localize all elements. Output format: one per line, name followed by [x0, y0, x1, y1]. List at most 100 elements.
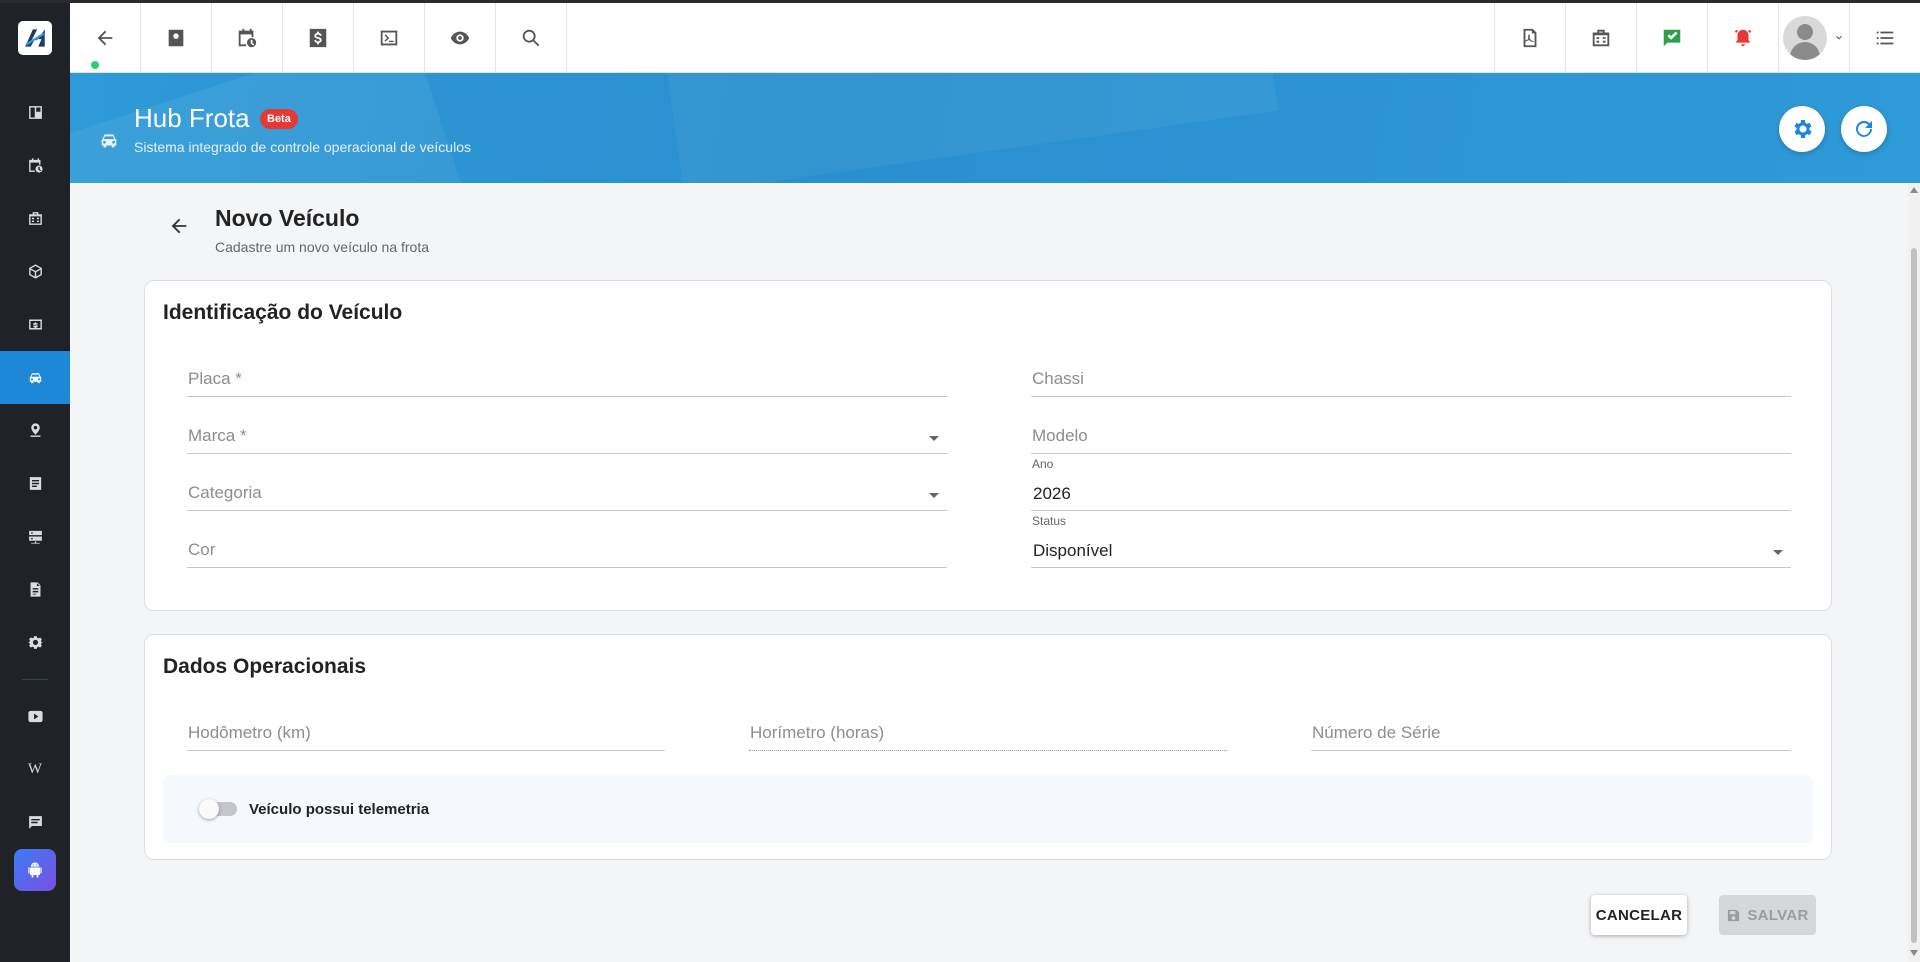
horimetro-field[interactable]: Horímetro (horas): [749, 715, 1227, 751]
page-subtitle: Cadastre um novo veículo na frota: [215, 239, 430, 255]
user-menu[interactable]: [89, 3, 1849, 73]
chevron-down-icon: [1836, 35, 1842, 40]
main-content: Novo Veículo Cadastre um novo veículo na…: [70, 183, 1908, 962]
sidebar-item-dashboard[interactable]: [0, 86, 70, 139]
left-sidebar: W: [0, 0, 70, 962]
ano-value: 2026: [1033, 484, 1071, 503]
telemetry-panel: Veículo possui telemetria: [163, 775, 1813, 843]
marca-select[interactable]: Marca *: [187, 418, 947, 454]
alerts-button[interactable]: [1707, 3, 1778, 73]
toggle-knob: [199, 799, 219, 819]
cor-field[interactable]: Cor: [187, 532, 947, 568]
sidebar-item-servers[interactable]: [0, 510, 70, 563]
telemetry-toggle[interactable]: [199, 799, 237, 819]
car-icon: [98, 129, 120, 156]
wikipedia-icon: W: [27, 761, 43, 777]
sidebar-item-locations[interactable]: [0, 404, 70, 457]
user-avatar: [1783, 16, 1827, 60]
search-button[interactable]: [496, 3, 567, 73]
avatar-status-dot: [89, 59, 101, 71]
dollar-icon: [309, 28, 327, 48]
categoria-placeholder: Categoria: [188, 483, 262, 502]
box-icon: [28, 264, 42, 279]
module-title: Hub Frota: [134, 103, 250, 133]
contacts-button[interactable]: [141, 3, 212, 73]
placa-placeholder: Placa *: [188, 369, 242, 388]
sidebar-item-inventory[interactable]: [0, 245, 70, 298]
gear-icon: [27, 636, 43, 649]
sidebar-item-organization[interactable]: [0, 192, 70, 245]
search-icon: [522, 29, 540, 47]
app-logo[interactable]: [0, 0, 70, 73]
ano-label: Ano: [1032, 457, 1054, 471]
back-arrow-icon: [97, 30, 113, 46]
scrollbar-thumb[interactable]: [1911, 248, 1917, 943]
refresh-icon: [1856, 120, 1872, 137]
map-pin-icon: [30, 423, 40, 437]
sidebar-item-fleet[interactable]: [0, 351, 70, 404]
pdf-icon: [1523, 28, 1537, 48]
module-header: Hub Frota Beta Sistema integrado de cont…: [70, 73, 1920, 183]
modelo-field[interactable]: Modelo: [1031, 418, 1791, 454]
back-button[interactable]: [70, 3, 141, 73]
logo-icon: [25, 29, 45, 47]
save-button[interactable]: SALVAR: [1719, 895, 1816, 935]
page-scrollbar[interactable]: [1908, 183, 1920, 962]
sidebar-item-schedule[interactable]: [0, 139, 70, 192]
chat-icon: [28, 816, 42, 829]
page-back-button[interactable]: [168, 215, 190, 242]
sidebar-item-messages[interactable]: [0, 796, 70, 849]
categoria-select[interactable]: Categoria: [187, 475, 947, 511]
finance-button[interactable]: [283, 3, 354, 73]
chassi-placeholder: Chassi: [1032, 369, 1084, 388]
chassi-field[interactable]: Chassi: [1031, 361, 1791, 397]
youtube-icon: [27, 710, 43, 723]
sidebar-item-videos[interactable]: [0, 690, 70, 743]
ano-field[interactable]: Ano 2026: [1031, 457, 1791, 511]
sidebar-item-android[interactable]: [14, 849, 56, 891]
dashboard-icon: [28, 106, 42, 119]
building-icon: [28, 212, 42, 225]
server-icon: [28, 530, 42, 544]
cancel-button[interactable]: CANCELAR: [1591, 895, 1687, 935]
hodometro-field[interactable]: Hodômetro (km): [187, 715, 665, 751]
status-select[interactable]: Status Disponível: [1031, 514, 1791, 568]
refresh-button[interactable]: [1841, 106, 1887, 152]
operational-data-card: Dados Operacionais Hodômetro (km) Horíme…: [144, 634, 1832, 860]
dropdown-caret-icon: [1773, 550, 1783, 555]
list-icon: [29, 477, 41, 490]
dropdown-caret-icon: [929, 493, 939, 498]
eye-icon: [450, 31, 470, 45]
sidebar-divider: [22, 679, 48, 680]
vehicle-identification-card: Identificação do Veículo Placa * Chassi …: [144, 280, 1832, 611]
settings-button[interactable]: [1779, 106, 1825, 152]
schedule-button[interactable]: [212, 3, 283, 73]
document-icon: [30, 582, 40, 597]
alarm-bell-icon: [1734, 29, 1752, 47]
sidebar-item-finance[interactable]: [0, 298, 70, 351]
company-button[interactable]: [1565, 3, 1636, 73]
sidebar-item-wiki[interactable]: W: [0, 743, 70, 796]
scroll-up-arrow-icon[interactable]: [1910, 187, 1918, 193]
sidebar-item-records[interactable]: [0, 457, 70, 510]
placa-field[interactable]: Placa *: [187, 361, 947, 397]
android-icon: [28, 862, 42, 878]
scroll-down-arrow-icon[interactable]: [1910, 950, 1918, 956]
cor-placeholder: Cor: [188, 540, 216, 559]
numero-serie-field[interactable]: Número de Série: [1311, 715, 1791, 751]
marca-placeholder: Marca *: [188, 426, 247, 445]
menu-list-button[interactable]: [1849, 3, 1920, 73]
check-message-icon: [1663, 29, 1681, 47]
view-button[interactable]: [425, 3, 496, 73]
tasks-button[interactable]: [1636, 3, 1707, 73]
save-button-label: SALVAR: [1747, 906, 1809, 924]
horimetro-placeholder: Horímetro (horas): [750, 723, 885, 742]
beta-badge: Beta: [260, 109, 298, 129]
sidebar-item-settings[interactable]: [0, 616, 70, 669]
building-icon: [1592, 29, 1610, 47]
terminal-button[interactable]: [354, 3, 425, 73]
modelo-placeholder: Modelo: [1032, 426, 1088, 445]
numero-serie-placeholder: Número de Série: [1312, 723, 1441, 742]
sidebar-item-documents[interactable]: [0, 563, 70, 616]
pdf-button[interactable]: [1494, 3, 1565, 73]
